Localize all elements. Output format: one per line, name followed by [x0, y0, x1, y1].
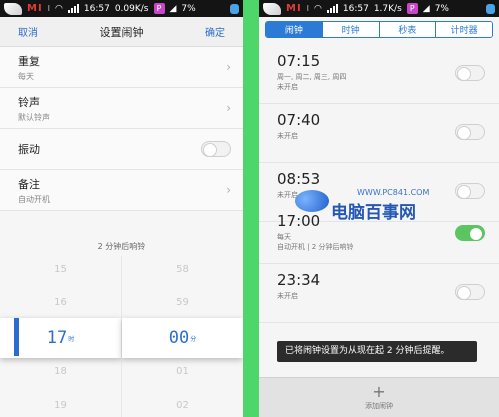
setting-label: 重复 [18, 54, 40, 68]
chevron-right-icon: › [226, 183, 231, 197]
wifi-icon: ◠ [55, 3, 63, 14]
net-speed: 1.7K/s [373, 3, 402, 14]
app-logo-icon [263, 2, 281, 15]
hour-option[interactable]: 18 [0, 366, 121, 377]
carrier-label: MI [286, 3, 302, 14]
app-logo-icon [4, 2, 22, 15]
app-icon [230, 3, 239, 14]
battery-level: 7% [181, 3, 196, 14]
alarm-toggle[interactable] [455, 225, 485, 241]
tab-alarm[interactable]: 闹钟 [266, 21, 322, 37]
minute-value: 00 [168, 328, 190, 348]
signal-icon-2: ◢ [169, 3, 177, 14]
status-bar: MI Ⅰ ◠ 16:57 1.7K/s P ◢ 7% [259, 0, 499, 17]
note-setting[interactable]: 备注 自动开机 › [0, 170, 243, 211]
ringtone-setting[interactable]: 铃声 默认铃声 › [0, 88, 243, 129]
minute-option[interactable]: 59 [122, 297, 243, 308]
vibrate-toggle[interactable] [201, 141, 231, 157]
set-alarm-screen: MI Ⅰ ◠ 16:57 0.09K/s P ◢ 7% 取消 设置闹钟 确定 重… [0, 0, 243, 417]
setting-label: 铃声 [18, 95, 40, 109]
alarm-list-screen: MI Ⅰ ◠ 16:57 1.7K/s P ◢ 7% 闹钟 时钟 秒表 计时器 … [259, 0, 499, 417]
watermark-title: 电脑百事网 [331, 203, 416, 223]
vibrate-setting: 振动 [0, 129, 243, 170]
watermark-logo: WWW.PC841.COM 电脑百事网 [295, 188, 429, 223]
minute-option[interactable]: 58 [122, 264, 243, 275]
hour-option[interactable]: 16 [0, 297, 121, 308]
bottom-bar: + 添加闹钟 [259, 377, 499, 417]
minute-option[interactable]: 02 [122, 400, 243, 411]
alarm-toggle[interactable] [455, 284, 485, 300]
tab-group: 闹钟 时钟 秒表 计时器 [265, 20, 493, 38]
selection-indicator [14, 318, 19, 356]
chevron-right-icon: › [226, 101, 231, 115]
notification-icon: P [153, 3, 165, 14]
signal-icon-2: ◢ [422, 3, 430, 14]
header-bar: 取消 设置闹钟 确定 [0, 17, 243, 47]
alarm-status: 未开启 [277, 83, 298, 91]
minute-selected[interactable]: 00 分 [122, 318, 243, 358]
signal-icon [326, 4, 338, 13]
toast-message: 已将闹钟设置为从现在起 2 分钟后提醒。 [277, 341, 477, 362]
status-bar: MI Ⅰ ◠ 16:57 0.09K/s P ◢ 7% [0, 0, 243, 17]
snooze-note: 2 分钟后响铃 [97, 242, 146, 251]
alarm-item[interactable]: 07:15 周一, 周二, 周三, 周四 未开启 [259, 45, 499, 104]
setting-value: 每天 [18, 71, 34, 81]
hour-option[interactable]: 19 [0, 400, 121, 411]
watermark-swoosh-icon [295, 190, 329, 212]
cancel-button[interactable]: 取消 [18, 24, 38, 39]
hour-value: 17 [46, 328, 68, 348]
time-picker: 15 16 17 时 18 19 58 59 00 分 01 02 [0, 256, 243, 417]
minute-unit: 分 [190, 335, 197, 343]
clock-text: 16:57 [83, 3, 110, 14]
app-icon [486, 3, 495, 14]
sim-icon: Ⅰ [306, 4, 310, 13]
alarm-toggle[interactable] [455, 124, 485, 140]
notification-icon: P [406, 3, 418, 14]
setting-label: 备注 [18, 177, 40, 191]
settings-list: 重复 每天 › 铃声 默认铃声 › 振动 备注 自动开机 › [0, 47, 243, 211]
tab-bar: 闹钟 时钟 秒表 计时器 [259, 17, 499, 41]
hour-option[interactable]: 15 [0, 264, 121, 275]
confirm-button[interactable]: 确定 [205, 24, 225, 39]
setting-value: 自动开机 [18, 194, 50, 204]
clock-text: 16:57 [342, 3, 369, 14]
setting-label: 振动 [18, 143, 40, 156]
alarm-toggle[interactable] [455, 65, 485, 81]
watermark-url: WWW.PC841.COM [357, 188, 430, 197]
add-icon[interactable]: + [259, 383, 499, 401]
battery-level: 7% [434, 3, 449, 14]
chevron-right-icon: › [226, 60, 231, 74]
wifi-icon: ◠ [314, 3, 322, 14]
minute-wheel[interactable]: 58 59 00 分 01 02 [121, 256, 243, 417]
minute-option[interactable]: 01 [122, 366, 243, 377]
hour-unit: 时 [68, 335, 75, 343]
repeat-setting[interactable]: 重复 每天 › [0, 47, 243, 88]
carrier-label: MI [27, 3, 43, 14]
sim-icon: Ⅰ [47, 4, 51, 13]
tab-clock[interactable]: 时钟 [321, 21, 379, 37]
alarm-toggle[interactable] [455, 183, 485, 199]
alarm-item[interactable]: 07:40 未开启 [259, 104, 499, 163]
setting-value: 默认铃声 [18, 112, 50, 122]
tab-stopwatch[interactable]: 秒表 [378, 21, 436, 37]
alarm-item[interactable]: 23:34 未开启 [259, 264, 499, 323]
signal-icon [67, 4, 79, 13]
net-speed: 0.09K/s [114, 3, 149, 14]
alarm-status: 自动开机 | 2 分钟后响铃 [277, 243, 354, 251]
page-title: 设置闹钟 [99, 25, 144, 39]
tab-timer[interactable]: 计时器 [435, 21, 492, 37]
add-alarm-button[interactable]: 添加闹钟 [259, 401, 499, 411]
